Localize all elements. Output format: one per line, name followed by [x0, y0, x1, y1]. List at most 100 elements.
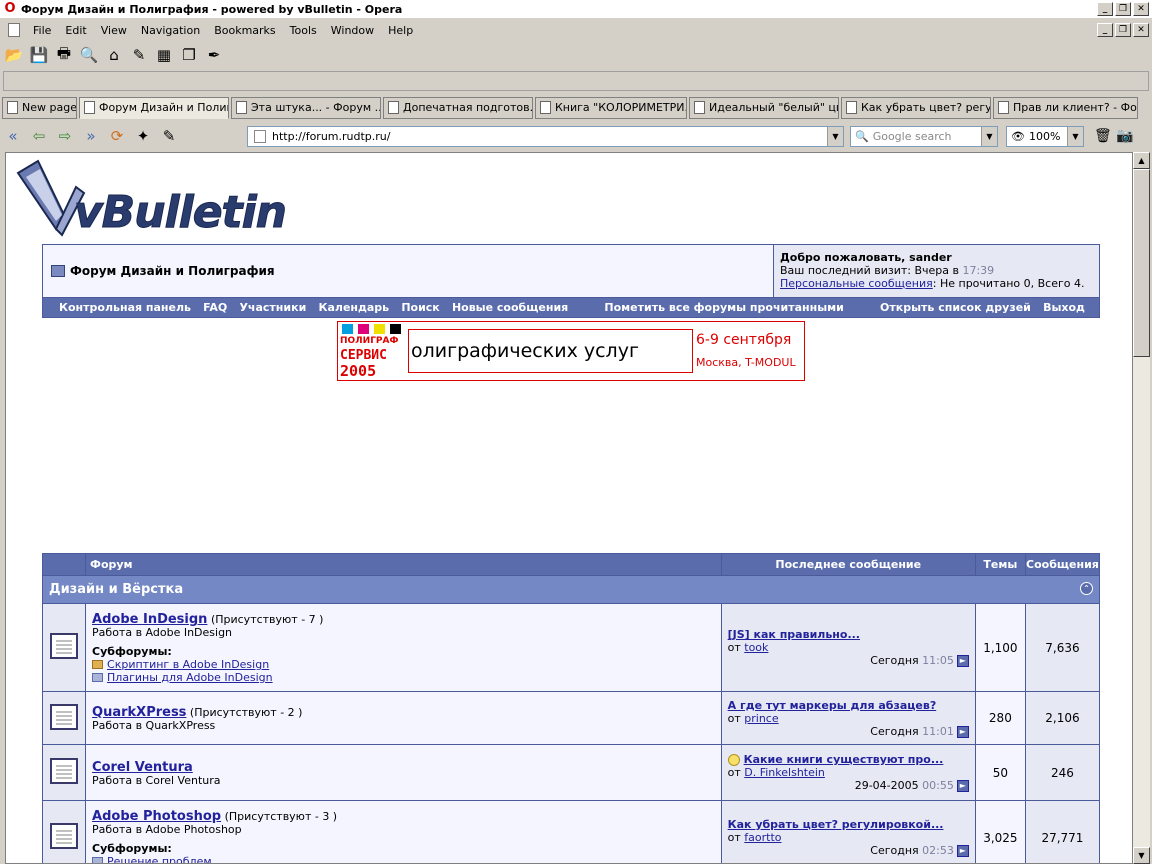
search-field[interactable]: 🔍 Google search ▼ [850, 126, 998, 147]
vbulletin-logo[interactable]: vBulletin [16, 159, 288, 243]
tile-icon[interactable]: ▦ [153, 44, 175, 66]
last-post-author[interactable]: D. Finkelshtein [744, 766, 825, 779]
nav-logout[interactable]: Выход [1043, 301, 1085, 314]
scroll-up-icon[interactable]: ▲ [1133, 152, 1150, 169]
forum-link[interactable]: Adobe InDesign [92, 612, 207, 627]
nav-faq[interactable]: FAQ [203, 301, 227, 314]
tab-new-page[interactable]: New page [2, 96, 77, 119]
rewind-icon[interactable]: « [0, 127, 26, 145]
doc-close-button[interactable]: ✕ [1133, 23, 1149, 37]
tab-dopechatnaya[interactable]: Допечатная подготов... [383, 96, 533, 119]
menu-bookmarks[interactable]: Bookmarks [207, 24, 282, 37]
tab-label: Прав ли клиент? - Фор... [1013, 101, 1137, 114]
fast-forward-icon[interactable]: » [78, 127, 104, 145]
last-post-title[interactable]: [JS] как правильно... [728, 628, 860, 641]
address-dropdown-icon[interactable]: ▼ [827, 127, 843, 146]
forum-link[interactable]: Adobe Photoshop [92, 809, 221, 824]
subforum-link[interactable]: Решение проблем [107, 855, 212, 864]
tab-kniga[interactable]: Книга "КОЛОРИМЕТРИ... [535, 96, 687, 119]
nav-members[interactable]: Участники [239, 301, 306, 314]
search-icon: 🔍 [855, 130, 869, 143]
vertical-scrollbar[interactable]: ▲ ▼ [1133, 152, 1150, 864]
address-bar[interactable]: http://forum.rudtp.ru/ ▼ [247, 126, 844, 147]
folder-icon [92, 673, 104, 682]
forum-present: (Присутствуют - 2 ) [189, 706, 303, 719]
menu-edit[interactable]: Edit [58, 24, 93, 37]
home-icon[interactable]: ⌂ [103, 44, 125, 66]
customize-icon[interactable]: ✒ [203, 44, 225, 66]
forum-link[interactable]: Corel Ventura [92, 760, 193, 775]
scroll-thumb[interactable] [1133, 169, 1150, 357]
menu-tools[interactable]: Tools [283, 24, 324, 37]
page-icon [84, 101, 95, 114]
nav-control-panel[interactable]: Контрольная панель [59, 301, 191, 314]
menu-file[interactable]: File [26, 24, 58, 37]
scroll-down-icon[interactable]: ▼ [1133, 847, 1150, 864]
tab-kak-ubrat[interactable]: Как убрать цвет? регу... [841, 96, 991, 119]
subforum-link[interactable]: Скриптинг в Adobe InDesign [107, 658, 269, 671]
forum-title[interactable]: Форум Дизайн и Полиграфия [70, 264, 275, 278]
zoom-select[interactable]: 👁 100% ▼ [1006, 126, 1084, 147]
open-folder-icon[interactable]: 📂 [3, 44, 25, 66]
posts-count: 27,771 [1024, 800, 1101, 863]
menu-view[interactable]: View [94, 24, 134, 37]
forum-link[interactable]: QuarkXPress [92, 705, 186, 720]
doc-restore-button[interactable]: ❐ [1115, 23, 1131, 37]
zoom-dropdown-icon[interactable]: ▼ [1067, 127, 1083, 146]
by-label: от [727, 711, 741, 725]
go-to-last-post-icon[interactable]: ► [956, 725, 969, 738]
nav-search[interactable]: Поиск [401, 301, 439, 314]
header-icon-col [41, 553, 87, 576]
tab-forum[interactable]: Форум Дизайн и Полигр... [79, 96, 229, 119]
close-button[interactable]: ✕ [1133, 2, 1149, 16]
go-to-last-post-icon[interactable]: ► [956, 845, 969, 857]
tab-eta-shtuka[interactable]: Эта штука... - Форум ... [231, 96, 381, 119]
find-icon[interactable]: 🔍 [78, 44, 100, 66]
nav-mark-read[interactable]: Пометить все форумы прочитанными [604, 301, 843, 314]
doc-minimize-button[interactable]: _ [1097, 23, 1113, 37]
go-to-last-post-icon[interactable]: ► [956, 780, 969, 792]
collapse-icon[interactable]: ⌃ [1080, 582, 1093, 595]
menu-window[interactable]: Window [324, 24, 381, 37]
last-post-date: Сегодня [870, 654, 919, 667]
save-icon[interactable]: 💾 [28, 44, 50, 66]
page-icon [236, 101, 247, 114]
minimize-button[interactable]: _ [1097, 2, 1113, 16]
forward-icon[interactable]: ⇨ [52, 127, 78, 145]
last-post-author[interactable]: faortto [744, 831, 781, 844]
nav-buddy-list[interactable]: Открыть список друзей [880, 301, 1031, 314]
last-post-date: Сегодня [870, 844, 919, 857]
tab-idealny[interactable]: Идеальный "белый" цв... [689, 96, 839, 119]
subforum-link[interactable]: Плагины для Adobe InDesign [107, 671, 273, 684]
back-icon[interactable]: ⇦ [26, 127, 52, 145]
wand-icon[interactable]: ✦ [130, 127, 156, 145]
last-post-title[interactable]: Какие книги существуют про... [744, 753, 944, 766]
last-post-author[interactable]: took [744, 641, 768, 654]
cascade-icon[interactable]: ❐ [178, 44, 200, 66]
last-post-title[interactable]: А где тут маркеры для абзацев? [728, 699, 937, 712]
print-icon[interactable]: 🖶 [53, 44, 75, 66]
table-row: Adobe Photoshop (Присутствуют - 3 ) Рабо… [41, 800, 1101, 864]
tab-label: Форум Дизайн и Полигр... [99, 101, 228, 114]
go-to-last-post-icon[interactable]: ► [956, 655, 969, 667]
nav-new-posts[interactable]: Новые сообщения [452, 301, 568, 314]
search-dropdown-icon[interactable]: ▼ [981, 127, 997, 146]
reload-icon[interactable]: ⟳ [104, 127, 130, 145]
menu-navigation[interactable]: Navigation [134, 24, 207, 37]
last-post-author[interactable]: prince [744, 712, 778, 725]
restore-button[interactable]: ❐ [1115, 2, 1131, 16]
last-post-date: 29-04-2005 [854, 779, 919, 792]
nav-calendar[interactable]: Календарь [318, 301, 389, 314]
page-menu-icon[interactable] [8, 23, 20, 37]
trash-icon[interactable]: 🗑 [1094, 128, 1112, 144]
forum-desc: Работа в Corel Ventura [92, 773, 221, 787]
last-post-title[interactable]: Как убрать цвет? регулировкой... [728, 818, 944, 831]
edit-icon[interactable]: ✎ [156, 127, 182, 145]
tab-prav-li[interactable]: Прав ли клиент? - Фор... [993, 96, 1138, 119]
menu-help[interactable]: Help [381, 24, 420, 37]
camera-icon[interactable]: 📷 [1116, 128, 1133, 144]
ad-banner[interactable]: ПОЛИГРАФ СЕРВИС 2005 олиграфических услу… [337, 321, 805, 381]
pm-link[interactable]: Персональные сообщения [780, 277, 933, 290]
category-title[interactable]: Дизайн и Вёрстка [49, 582, 183, 597]
hotlist-icon[interactable]: ✎ [128, 44, 150, 66]
